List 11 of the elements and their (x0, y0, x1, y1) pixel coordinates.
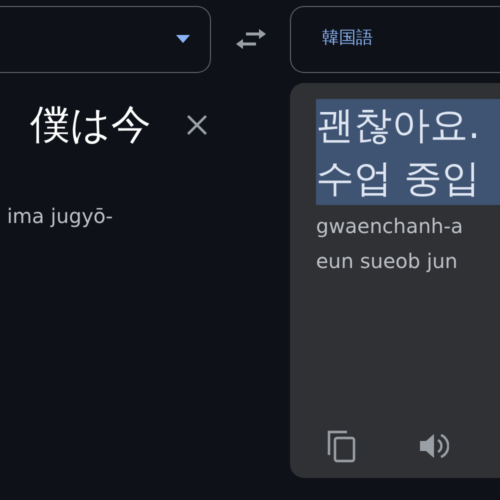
speaker-icon (419, 432, 449, 460)
target-language-dropdown[interactable]: 韓国語 (290, 6, 500, 72)
translation-romanization: gwaenchanh-a (316, 213, 464, 240)
source-text: 僕は今 (30, 101, 152, 149)
close-icon (186, 114, 208, 136)
dropdown-caret-icon (176, 35, 190, 43)
copy-icon (327, 429, 357, 463)
translation-romanization: eun sueob jun (316, 248, 458, 275)
source-language-dropdown[interactable] (0, 6, 211, 72)
swap-icon (234, 28, 266, 50)
source-romanization: ima jugyō- (7, 203, 113, 230)
